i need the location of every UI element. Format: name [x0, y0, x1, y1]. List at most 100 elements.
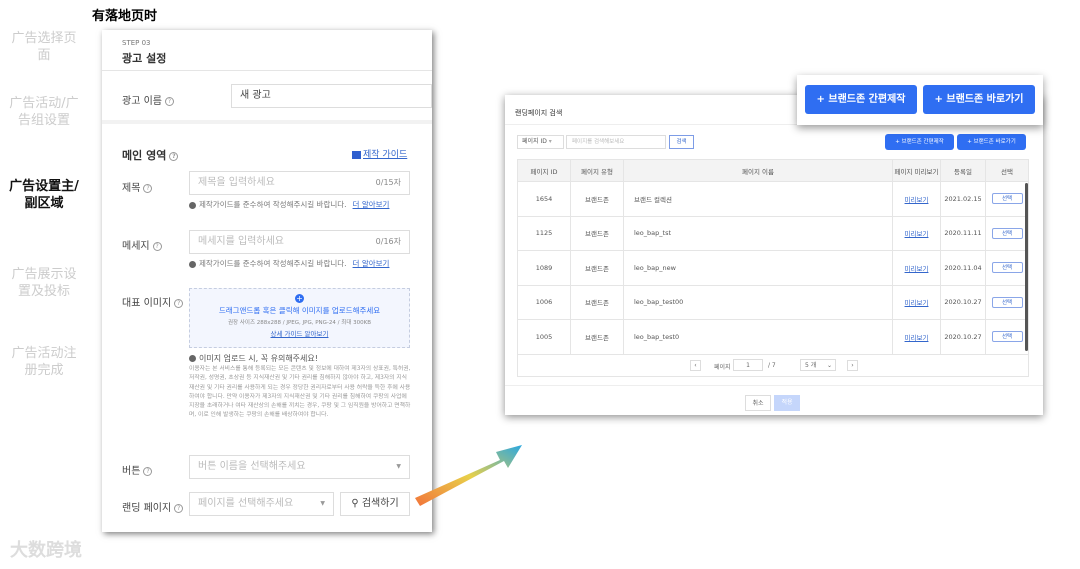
- book-icon: [352, 150, 361, 159]
- scrollbar[interactable]: [1025, 183, 1028, 351]
- help-icon[interactable]: ?: [164, 96, 174, 106]
- plus-icon: +: [295, 294, 304, 303]
- button-select[interactable]: 버튼 이름을 선택해주세요 ▼: [189, 455, 410, 479]
- upload-instruction: 드래그앤드롭 혹은 클릭해 이미지를 업로드해주세요: [218, 306, 381, 315]
- page-type: 브랜드존: [570, 284, 624, 320]
- plus-icon: +: [934, 94, 947, 105]
- landing-page-select[interactable]: 페이지를 선택해주세요 ▼: [189, 492, 334, 516]
- prev-page-button[interactable]: ‹: [690, 359, 701, 371]
- modal-search-input[interactable]: 페이지를 검색해보세요: [566, 135, 666, 149]
- page-name: leo_bap_test0: [623, 319, 893, 355]
- select-button[interactable]: 선택: [991, 262, 1023, 274]
- reg-date: 2020.11.11: [940, 215, 986, 251]
- preview-link[interactable]: 미리보기: [905, 334, 929, 342]
- nav-step-1: 广告选择页面: [11, 31, 77, 63]
- page-input[interactable]: 1: [733, 358, 763, 371]
- landing-label: 랜딩 페이지: [122, 503, 172, 514]
- preview-link[interactable]: 미리보기: [905, 230, 929, 238]
- help-icon[interactable]: ?: [169, 151, 179, 161]
- select-button[interactable]: 선택: [991, 296, 1023, 308]
- page-type: 브랜드존: [570, 319, 624, 355]
- learn-more-link[interactable]: 더 알아보기: [353, 259, 390, 268]
- col-page-id: 페이지 ID: [517, 159, 571, 182]
- brandzone-create-button[interactable]: + 브랜드존 간편제작: [885, 134, 954, 150]
- select-button[interactable]: 선택: [991, 227, 1023, 239]
- table-header: 페이지 ID 페이지 유형 페이지 이름 페이지 미리보기 등록일 선택: [517, 159, 1029, 182]
- message-input[interactable]: 메세지를 입력하세요 0/16자: [189, 230, 410, 254]
- reg-date: 2020.10.27: [940, 284, 986, 320]
- warning-icon: [189, 355, 196, 362]
- page-label: 페이지: [714, 363, 731, 371]
- page-total: / 7: [768, 361, 776, 369]
- help-icon[interactable]: ?: [143, 466, 153, 476]
- title-input[interactable]: 제목을 입력하세요 0/15자: [189, 171, 410, 195]
- image-upload-dropzone[interactable]: + 드래그앤드롭 혹은 클릭해 이미지를 업로드해주세요 권장 사이즈 288x…: [189, 288, 410, 348]
- select-button[interactable]: 선택: [991, 331, 1023, 343]
- cancel-button[interactable]: 취소: [745, 395, 771, 411]
- ad-name-input[interactable]: 새 광고: [231, 84, 432, 108]
- preview-link[interactable]: 미리보기: [905, 265, 929, 273]
- help-icon[interactable]: ?: [174, 298, 184, 308]
- page-name: 브랜드 컬렉션: [623, 181, 893, 217]
- landing-page-search-modal: 랜딩페이지 검색 페이지 ID ▾ 페이지를 검색해보세요 검색 + 브랜드존 …: [505, 95, 1043, 415]
- dropdown-icon: ▼: [396, 463, 401, 470]
- page-type: 브랜드존: [570, 215, 624, 251]
- message-hint: 제작가이드를 준수하여 작성해주시길 바랍니다.: [199, 259, 347, 268]
- page-name: leo_bap_new: [623, 250, 893, 286]
- nav-step-5: 广告活动注册完成: [11, 346, 77, 378]
- message-char-count: 0/16자: [375, 237, 401, 246]
- filter-select[interactable]: 페이지 ID ▾: [517, 135, 564, 149]
- callout-goto-button[interactable]: + 브랜드존 바로가기: [923, 85, 1035, 114]
- info-icon: [189, 201, 196, 209]
- page-id: 1654: [517, 181, 571, 217]
- step-label: STEP 03: [122, 39, 151, 47]
- panel-title: 광고 설정: [122, 52, 167, 65]
- caption: 有落地页时: [92, 9, 158, 24]
- nav-step-2: 广告活动/广告组设置: [9, 96, 79, 128]
- page-type: 브랜드존: [570, 181, 624, 217]
- title-hint: 제작가이드를 준수하여 작성해주시길 바랍니다.: [199, 200, 347, 209]
- brandzone-goto-button[interactable]: + 브랜드존 바로가기: [957, 134, 1026, 150]
- upload-spec: 권장 사이즈 288x288 / JPEG, JPG, PNG-24 / 최대 …: [227, 320, 372, 326]
- ad-settings-panel: STEP 03 광고 설정 광고 이름? 새 광고 메인 영역? 제작 가이드 …: [102, 30, 432, 532]
- table-row: 1654 브랜드존 브랜드 컬렉션 미리보기 2021.02.15 선택: [517, 181, 1029, 217]
- col-preview: 페이지 미리보기: [892, 159, 941, 182]
- table-row: 1089 브랜드존 leo_bap_new 미리보기 2020.11.04 선택: [517, 250, 1029, 286]
- table-row: 1125 브랜드존 leo_bap_tst 미리보기 2020.11.11 선택: [517, 215, 1029, 251]
- reg-date: 2020.10.27: [940, 319, 986, 355]
- title-label: 제목: [122, 183, 141, 194]
- apply-button[interactable]: 적용: [774, 395, 800, 411]
- ad-name-label: 광고 이름: [122, 96, 162, 107]
- per-page-select[interactable]: 5 개 ⌄: [800, 358, 836, 371]
- select-button[interactable]: 선택: [991, 193, 1023, 205]
- callout-create-button[interactable]: + 브랜드존 간편제작: [805, 85, 917, 114]
- page-id: 1005: [517, 319, 571, 355]
- learn-more-link[interactable]: 더 알아보기: [353, 200, 390, 209]
- preview-link[interactable]: 미리보기: [905, 299, 929, 307]
- image-label: 대표 이미지: [122, 298, 172, 309]
- search-button[interactable]: ⚲ 검색하기: [340, 492, 410, 516]
- table-row: 1006 브랜드존 leo_bap_test00 미리보기 2020.10.27 선택: [517, 284, 1029, 320]
- col-date: 등록일: [940, 159, 986, 182]
- production-guide-link[interactable]: 제작 가이드: [352, 147, 407, 160]
- upload-guide-link[interactable]: 상세 가이드 알아보기: [190, 328, 409, 338]
- main-area-heading: 메인 영역: [122, 149, 167, 162]
- notice-body: 이용자는 본 서비스를 통해 등록되는 모든 콘텐츠 및 정보에 대하여 제3자…: [189, 366, 411, 419]
- next-page-button[interactable]: ›: [847, 359, 858, 371]
- help-icon[interactable]: ?: [174, 503, 184, 513]
- reg-date: 2020.11.04: [940, 250, 986, 286]
- modal-search-button[interactable]: 검색: [669, 135, 694, 149]
- help-icon[interactable]: ?: [143, 183, 153, 193]
- preview-link[interactable]: 미리보기: [905, 196, 929, 204]
- results-table: 페이지 ID 페이지 유형 페이지 이름 페이지 미리보기 등록일 선택 1654 브랜드존…: [517, 159, 1029, 377]
- callout-zoom: + 브랜드존 간편제작 + 브랜드존 바로가기: [797, 75, 1043, 125]
- page-id: 1089: [517, 250, 571, 286]
- table-row: 1005 브랜드존 leo_bap_test0 미리보기 2020.10.27 선택: [517, 319, 1029, 355]
- plus-icon: +: [816, 94, 829, 105]
- col-page-type: 페이지 유형: [570, 159, 624, 182]
- watermark: 大数跨境: [10, 540, 82, 561]
- info-icon: [189, 260, 196, 268]
- search-icon: ⚲: [351, 498, 362, 509]
- page-name: leo_bap_test00: [623, 284, 893, 320]
- help-icon[interactable]: ?: [152, 241, 162, 251]
